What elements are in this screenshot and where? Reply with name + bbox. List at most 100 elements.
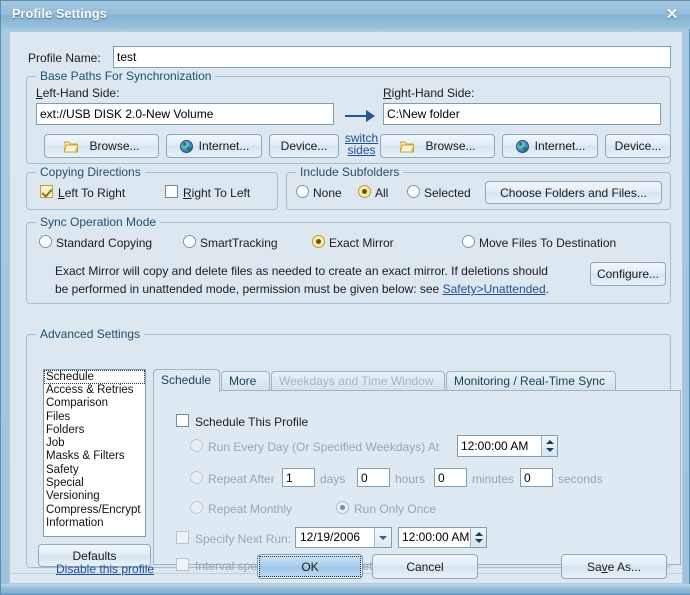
list-item[interactable]: Schedule [44, 370, 145, 384]
chevron-down-icon[interactable] [546, 448, 554, 452]
left-hand-side-input[interactable]: ext://USB DISK 2.0-New Volume [36, 103, 334, 125]
defaults-button-label: Defaults [72, 549, 117, 563]
configure-button-label: Configure... [596, 267, 660, 281]
next-run-time-spinner[interactable]: 12:00:00 AM [398, 527, 487, 548]
internet-button-right-label: Internet... [534, 139, 586, 153]
advanced-settings-tabs: Schedule More Weekdays and Time Window M… [153, 369, 681, 573]
list-item[interactable]: Job [44, 437, 145, 450]
subfolders-selected-label: Selected [424, 186, 471, 200]
list-item[interactable]: Files [44, 411, 145, 424]
next-run-time-value: 12:00:00 AM [402, 530, 470, 544]
subfolders-all-radio[interactable] [358, 185, 371, 198]
spinner-arrows[interactable] [470, 528, 486, 547]
disable-this-profile-link[interactable]: Disable this profile [56, 562, 154, 576]
profile-name-input[interactable]: test [113, 46, 671, 68]
browse-button-left[interactable]: Browse... [44, 134, 159, 158]
close-icon[interactable]: ✕ [661, 5, 683, 25]
next-run-date-combo[interactable]: 12/19/2006 [295, 527, 392, 548]
run-every-day-radio [190, 439, 203, 452]
internet-button-left[interactable]: Internet... [166, 134, 262, 158]
advanced-settings-listbox[interactable]: Schedule Access & Retries Comparison Fil… [43, 369, 146, 537]
list-item[interactable]: Safety [44, 464, 145, 477]
smarttracking-radio[interactable] [183, 235, 196, 248]
smarttracking-label: SmartTracking [200, 236, 278, 250]
save-as-button[interactable]: Save As... [561, 554, 667, 579]
move-files-to-destination-label: Move Files To Destination [479, 236, 617, 250]
safety-unattended-link[interactable]: Safety>Unattended [443, 282, 546, 296]
repeat-days-input[interactable]: 1 [282, 468, 315, 487]
chevron-up-icon[interactable] [475, 532, 483, 536]
ok-button-label: OK [301, 560, 319, 574]
ok-button[interactable]: OK [257, 554, 363, 579]
move-files-to-destination-radio[interactable] [462, 235, 475, 248]
device-button-left-label: Device... [280, 139, 328, 153]
chevron-down-icon[interactable] [475, 539, 483, 543]
browse-button-right-label: Browse... [425, 139, 476, 153]
spinner-arrows[interactable] [541, 436, 557, 456]
right-to-left-checkbox[interactable] [165, 185, 178, 198]
profile-settings-window: Profile Settings ✕ Profile Name: test Ba… [0, 0, 690, 595]
subfolders-all-label: All [375, 186, 389, 200]
right-hand-side-label: Right-Hand Side: [383, 86, 475, 100]
base-paths-group-label: Base Paths For Synchronization [36, 69, 216, 83]
choose-folders-and-files-label: Choose Folders and Files... [500, 186, 647, 200]
sync-mode-description-line2: be performed in unattended mode, permiss… [55, 282, 549, 296]
title-bar[interactable]: Profile Settings ✕ [1, 1, 690, 29]
standard-copying-radio[interactable] [39, 235, 52, 248]
advanced-settings-group-label: Advanced Settings [36, 327, 145, 341]
dialog-client-area: Profile Name: test Base Paths For Synchr… [9, 31, 683, 584]
repeat-after-label: Repeat After [208, 472, 275, 486]
repeat-seconds-unit: seconds [558, 472, 603, 486]
schedule-this-profile-checkbox[interactable] [176, 414, 189, 427]
repeat-hours-unit: hours [395, 472, 426, 486]
run-every-day-label: Run Every Day (Or Specified Weekdays) At [208, 440, 440, 454]
list-item[interactable]: Masks & Filters [44, 450, 145, 463]
list-item[interactable]: Compress/Encrypt [44, 504, 145, 517]
repeat-seconds-input[interactable]: 0 [520, 468, 553, 487]
sync-operation-mode-group-label: Sync Operation Mode [36, 215, 161, 229]
device-button-right[interactable]: Device... [605, 134, 671, 158]
tab-schedule[interactable]: Schedule [153, 369, 220, 392]
repeat-minutes-input[interactable]: 0 [434, 468, 467, 487]
subfolders-selected-radio[interactable] [407, 185, 420, 198]
repeat-days-unit: days [320, 472, 346, 486]
copying-directions-group-label: Copying Directions [36, 165, 145, 179]
list-item[interactable]: Access & Retries [44, 384, 145, 397]
device-button-right-label: Device... [614, 139, 662, 153]
cancel-button[interactable]: Cancel [372, 554, 478, 579]
internet-button-left-label: Internet... [198, 139, 250, 153]
browse-button-right[interactable]: Browse... [380, 134, 495, 158]
exact-mirror-radio[interactable] [312, 235, 325, 248]
right-hand-side-input[interactable]: C:\New folder [383, 103, 661, 125]
repeat-hours-input[interactable]: 0 [357, 468, 390, 487]
internet-button-right[interactable]: Internet... [502, 134, 598, 158]
interval-idle-checkbox[interactable] [176, 558, 189, 571]
tab-monitoring-real-time-sync[interactable]: Monitoring / Real-Time Sync [446, 371, 616, 391]
list-item[interactable]: Versioning [44, 490, 145, 503]
subfolders-none-radio[interactable] [296, 185, 309, 198]
left-to-right-checkbox[interactable] [40, 185, 53, 198]
profile-name-label: Profile Name: [28, 51, 101, 65]
run-only-once-radio [336, 501, 349, 514]
switch-sides-link[interactable]: switch sides [344, 132, 379, 156]
tab-weekdays-and-time-window: Weekdays and Time Window [271, 371, 445, 391]
folder-icon [64, 141, 78, 153]
chevron-down-icon[interactable] [374, 528, 391, 547]
folder-icon [400, 141, 414, 153]
tab-more[interactable]: More [221, 371, 270, 391]
subfolders-none-label: None [313, 186, 342, 200]
chevron-up-icon[interactable] [546, 440, 554, 444]
list-item[interactable]: Special [44, 477, 145, 490]
list-item[interactable]: Comparison [44, 397, 145, 410]
left-to-right-label: Left To Right [58, 186, 126, 200]
sync-mode-description-line1: Exact Mirror will copy and delete files … [55, 264, 548, 278]
choose-folders-and-files-button[interactable]: Choose Folders and Files... [485, 181, 662, 204]
next-run-date-value: 12/19/2006 [300, 530, 361, 544]
globe-icon [180, 140, 193, 153]
list-item[interactable]: Information [44, 517, 145, 530]
run-every-day-time-spinner[interactable]: 12:00:00 AM [457, 435, 558, 457]
specify-next-run-checkbox[interactable] [176, 531, 189, 544]
configure-button[interactable]: Configure... [590, 262, 666, 286]
device-button-left[interactable]: Device... [269, 134, 339, 158]
list-item[interactable]: Folders [44, 424, 145, 437]
